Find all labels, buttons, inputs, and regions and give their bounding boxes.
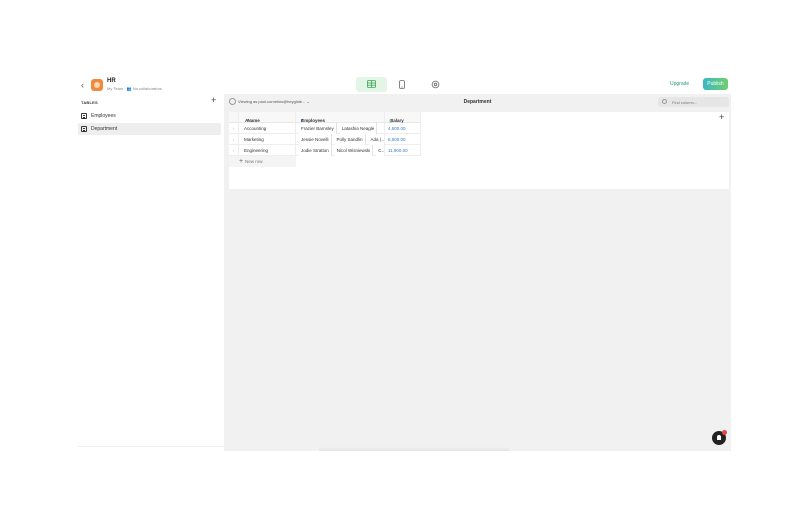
gear-icon xyxy=(431,80,440,89)
employee-chip[interactable]: Polly Sandlin xyxy=(334,134,366,145)
new-row-button[interactable]: New row xyxy=(229,156,296,167)
employee-chip[interactable]: Latashia Neagle xyxy=(339,123,378,134)
sidebar-item-employees[interactable]: Employees xyxy=(78,110,221,122)
employee-chip[interactable]: Nicol Wisniewski xyxy=(334,145,374,156)
cell-employees[interactable]: Jessie Novelli Polly Sandlin Ada (… xyxy=(296,134,385,145)
employee-chip[interactable]: Jessie Novelli xyxy=(299,134,332,145)
cell-name[interactable]: Marketing xyxy=(239,134,296,145)
phone-icon xyxy=(399,80,405,89)
sidebar-divider xyxy=(78,446,224,447)
upgrade-link[interactable]: Upgrade xyxy=(670,81,689,87)
cell-name[interactable]: Engineering xyxy=(239,145,296,156)
back-chevron-icon[interactable]: ‹ xyxy=(81,80,84,90)
table-row[interactable]: › Engineering Jodie Stratton Nicol Wisnie… xyxy=(229,145,421,156)
row-expand-chevron-icon[interactable]: › xyxy=(229,123,239,134)
table-icon xyxy=(81,126,87,132)
sidebar-item-label: Employees xyxy=(91,113,116,119)
employee-chip[interactable]: Jodie Stratton xyxy=(299,145,332,156)
settings-view-tab[interactable] xyxy=(420,77,451,92)
row-expand-chevron-icon[interactable]: › xyxy=(229,145,239,156)
table-grid-icon xyxy=(367,80,376,88)
view-toolbar: Viewing as paul.cornelius@heyglide... ⌄ … xyxy=(224,94,731,110)
app-logo-icon xyxy=(91,79,103,91)
add-table-plus-icon[interactable]: + xyxy=(211,95,216,105)
employee-chip[interactable]: C… xyxy=(376,145,384,156)
sidebar: TABLES + Employees Department xyxy=(78,94,224,451)
row-handle-header xyxy=(229,112,239,123)
table-row[interactable]: › Accounting Frazier Barnsley Latashia Ne… xyxy=(229,123,421,134)
publish-button[interactable]: Publish xyxy=(703,78,728,90)
view-title: Department xyxy=(463,99,492,105)
scroll-shadow xyxy=(319,447,509,451)
cell-salary[interactable]: 11,900.00 xyxy=(385,145,421,156)
table-view-tab[interactable] xyxy=(356,77,387,92)
column-header-employees[interactable]: ↱ Employees xyxy=(296,112,385,123)
column-header-salary[interactable]: ◎ Salary xyxy=(385,112,421,123)
app-title: HR xyxy=(107,78,116,84)
search-icon xyxy=(662,99,667,104)
header: ‹ HR My Team · 👥 No collaborators Upgrad… xyxy=(78,75,731,94)
employee-chip[interactable]: Frazier Barnsley xyxy=(299,123,337,134)
column-header-name[interactable]: A Name xyxy=(239,112,296,123)
cell-salary[interactable]: 4,500.00 xyxy=(385,123,421,134)
cell-name[interactable]: Accounting xyxy=(239,123,296,134)
cell-salary[interactable]: 6,500.00 xyxy=(385,134,421,145)
table-row[interactable]: › Marketing Jessie Novelli Polly Sandlin A… xyxy=(229,134,421,145)
data-grid: A Name ↱ Employees ◎ Salary + › Accounti… xyxy=(229,112,729,189)
sidebar-item-department[interactable]: Department xyxy=(78,123,221,135)
notification-badge xyxy=(722,430,727,435)
cell-employees[interactable]: Jodie StrattonNicol WisniewskiC… xyxy=(296,145,385,156)
mobile-view-tab[interactable] xyxy=(388,77,419,92)
find-column-input[interactable] xyxy=(658,97,729,107)
app-subtitle: My Team · 👥 No collaborators xyxy=(107,86,162,91)
tables-heading: TABLES xyxy=(81,100,98,105)
app-window: ‹ HR My Team · 👥 No collaborators Upgrad… xyxy=(78,75,731,451)
add-column-plus-icon[interactable]: + xyxy=(719,112,724,122)
employee-chip[interactable]: Ada (… xyxy=(368,134,384,145)
main-panel: Viewing as paul.cornelius@heyglide... ⌄ … xyxy=(224,94,731,451)
sidebar-item-label: Department xyxy=(91,126,118,132)
table-icon xyxy=(81,113,87,119)
cell-employees[interactable]: Frazier Barnsley Latashia Neagle xyxy=(296,123,385,134)
row-expand-chevron-icon[interactable]: › xyxy=(229,134,239,145)
